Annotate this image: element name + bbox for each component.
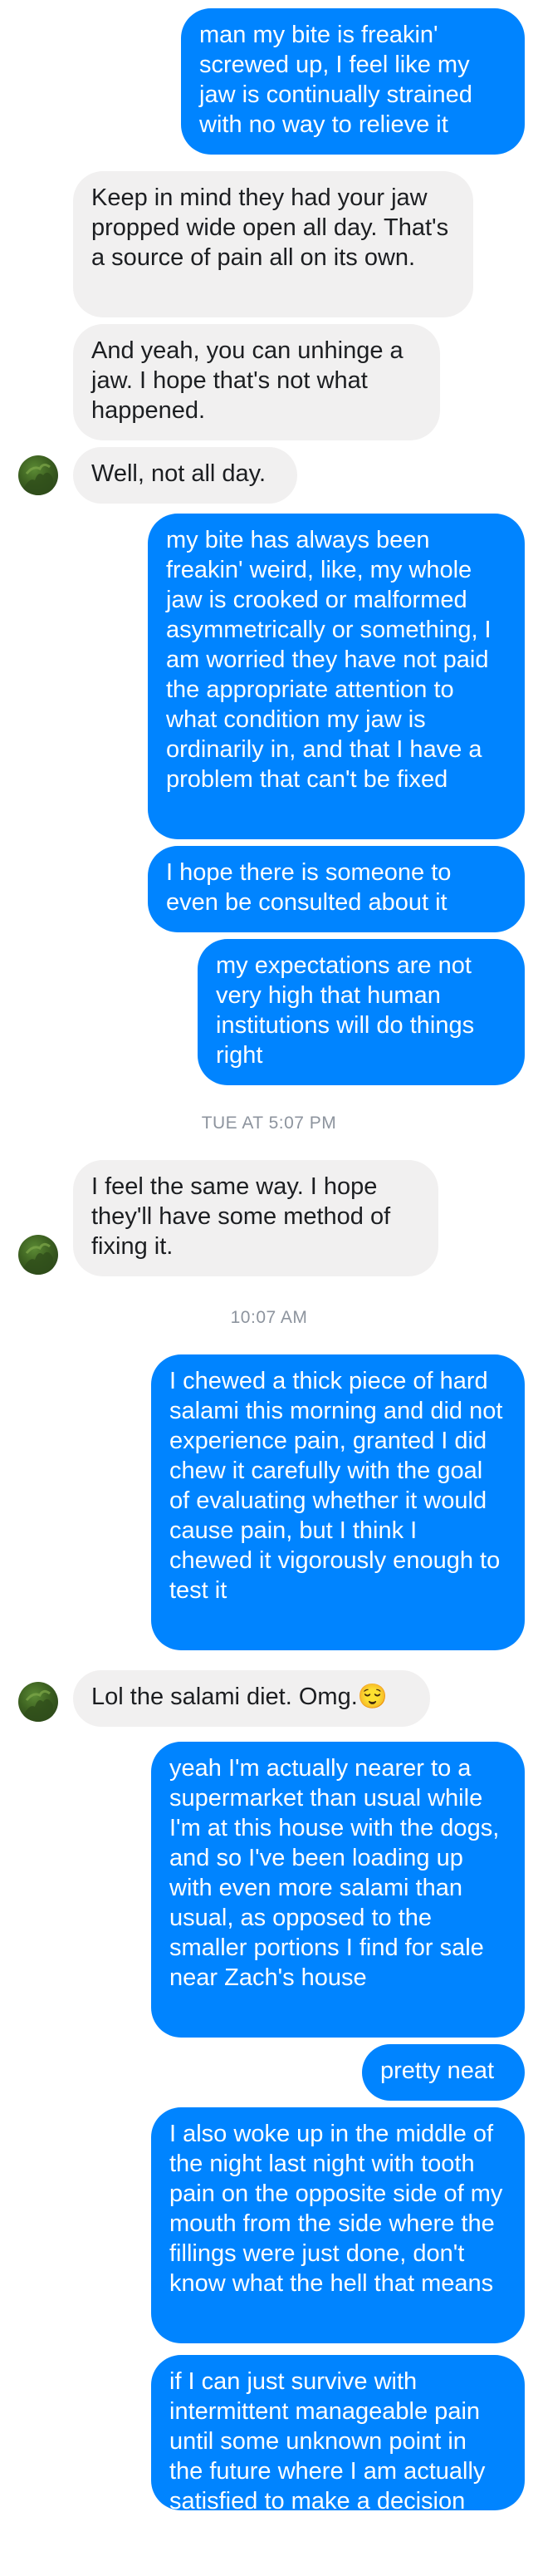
message-thread: man my bite is freakin' screwed up, I fe… [0, 0, 538, 2574]
timestamp: TUE AT 5:07 PM [201, 1113, 337, 1133]
outgoing-message[interactable]: if I can just survive with intermittent … [151, 2355, 525, 2574]
contact-avatar-icon[interactable] [18, 455, 58, 495]
timestamp: 10:07 AM [230, 1308, 308, 1327]
incoming-message[interactable]: Lol the salami diet. Omg.😌 [73, 1670, 430, 1727]
incoming-message[interactable]: And yeah, you can unhinge a jaw. I hope … [73, 324, 440, 440]
incoming-message[interactable]: Keep in mind they had your jaw propped w… [73, 171, 473, 317]
outgoing-message[interactable]: pretty neat [362, 2044, 525, 2101]
outgoing-message[interactable]: I chewed a thick piece of hard salami th… [151, 1354, 525, 1650]
outgoing-message[interactable]: my expectations are not very high that h… [198, 939, 525, 1085]
outgoing-message[interactable]: man my bite is freakin' screwed up, I fe… [181, 8, 525, 155]
incoming-message[interactable]: I feel the same way. I hope they'll have… [73, 1160, 438, 1276]
incoming-message[interactable]: Well, not all day. [73, 447, 297, 504]
contact-avatar-icon[interactable] [18, 1235, 58, 1275]
outgoing-message[interactable]: yeah I'm actually nearer to a supermarke… [151, 1742, 525, 2038]
outgoing-message[interactable]: I hope there is someone to even be consu… [148, 846, 525, 932]
contact-avatar-icon[interactable] [18, 1682, 58, 1722]
outgoing-message[interactable]: my bite has always been freakin' weird, … [148, 514, 525, 839]
outgoing-message[interactable]: I also woke up in the middle of the nigh… [151, 2107, 525, 2343]
